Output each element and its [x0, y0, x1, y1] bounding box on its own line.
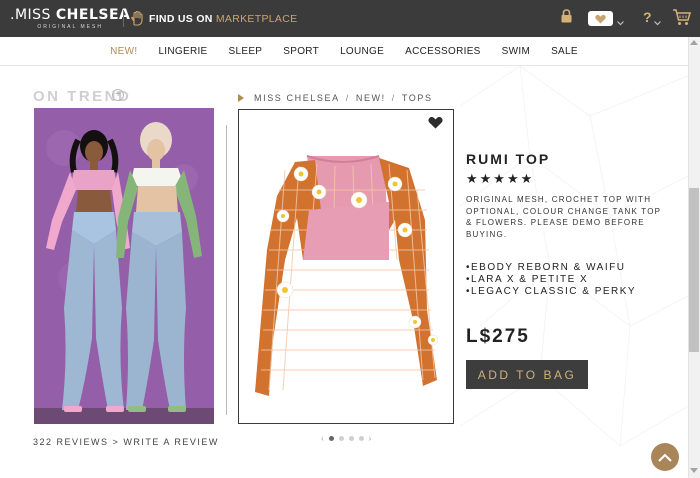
reviews-row: 322 REVIEWS > WRITE A REVIEW	[33, 437, 219, 447]
scroll-up-arrow-icon[interactable]	[690, 40, 698, 45]
reviews-separator: >	[112, 437, 120, 447]
reviews-count-link[interactable]: 322 REVIEWS	[33, 437, 109, 447]
product-image[interactable]	[238, 109, 454, 424]
carousel-dot-1[interactable]	[328, 436, 334, 441]
shopping-cart-icon[interactable]	[672, 7, 692, 32]
add-to-bag-button[interactable]: ADD TO BAG	[466, 360, 588, 389]
breadcrumb-separator: /	[391, 93, 396, 103]
scroll-down-arrow-icon[interactable]	[690, 468, 698, 473]
chevron-up-icon	[658, 453, 672, 462]
header-divider	[123, 10, 124, 27]
nav-item-sale[interactable]: SALE	[551, 46, 578, 57]
brand-logo[interactable]: .MISS CHELSEA ORIGINAL MESH	[10, 7, 130, 30]
on-trend-image[interactable]	[34, 108, 214, 424]
nav-item-accessories[interactable]: ACCESSORIES	[405, 46, 481, 57]
favorite-heart-icon[interactable]	[428, 116, 443, 134]
help-chevron-down-icon[interactable]	[654, 13, 661, 31]
main-nav: NEW! LINGERIE SLEEP SPORT LOUNGE ACCESSO…	[0, 37, 688, 65]
breadcrumb-arrow-icon	[238, 94, 244, 102]
compatible-body-item: •LEGACY CLASSIC & PERKY	[466, 286, 637, 297]
nav-item-lounge[interactable]: LOUNGE	[340, 46, 384, 57]
brand-logo-light: .MISS	[10, 7, 56, 23]
breadcrumb-item-tops[interactable]: TOPS	[402, 93, 433, 103]
compatible-body-item: •EBODY REBORN & WAIFU	[466, 262, 626, 273]
scrollbar-thumb[interactable]	[689, 188, 699, 352]
top-bar: .MISS CHELSEA ORIGINAL MESH FIND US ON M…	[0, 0, 700, 37]
nav-item-sport[interactable]: SPORT	[283, 46, 319, 57]
breadcrumb-item-new[interactable]: NEW!	[356, 93, 386, 103]
product-title: RUMI TOP	[466, 151, 551, 167]
image-carousel-nav: ‹ ›	[321, 434, 371, 443]
breadcrumb-separator: /	[345, 93, 350, 103]
chevron-down-icon[interactable]	[617, 13, 624, 31]
nav-item-new[interactable]: NEW!	[110, 46, 137, 57]
brand-logo-bold: CHELSEA	[55, 7, 131, 23]
brand-tagline: ORIGINAL MESH	[37, 24, 103, 30]
back-to-top-button[interactable]	[651, 443, 679, 471]
nav-item-sleep[interactable]: SLEEP	[229, 46, 263, 57]
carousel-prev-button[interactable]: ‹	[321, 434, 324, 443]
compatible-bodies-list: •EBODY REBORN & WAIFU •LARA X & PETITE X…	[466, 262, 636, 298]
find-us-label: FIND US ON	[149, 12, 216, 25]
find-us-marketplace-link[interactable]: FIND US ON MARKETPLACE	[131, 11, 297, 26]
column-divider	[226, 125, 227, 415]
brand-logo-text: .MISS CHELSEA	[10, 7, 130, 23]
carousel-next-button[interactable]: ›	[369, 434, 372, 443]
marketplace-label: MARKETPLACE	[215, 12, 298, 25]
breadcrumb: MISS CHELSEA / NEW! / TOPS	[238, 93, 433, 103]
breadcrumb-item-miss-chelsea[interactable]: MISS CHELSEA	[254, 93, 340, 103]
carousel-dot-2[interactable]	[338, 436, 344, 441]
star-rating: ★★★★★	[466, 171, 535, 186]
hand-icon	[131, 11, 144, 26]
help-icon[interactable]: ?	[643, 9, 652, 25]
lock-icon[interactable]	[561, 9, 572, 28]
wishlist-heart-icon[interactable]	[588, 11, 613, 26]
find-us-text: FIND US ON MARKETPLACE	[149, 13, 297, 25]
carousel-dot-4[interactable]	[358, 436, 364, 441]
nav-item-lingerie[interactable]: LINGERIE	[158, 46, 207, 57]
nav-item-swim[interactable]: SWIM	[502, 46, 530, 57]
write-review-link[interactable]: WRITE A REVIEW	[123, 437, 219, 447]
product-price: L$275	[466, 326, 530, 347]
plus-icon[interactable]: +	[112, 89, 124, 101]
compatible-body-item: •LARA X & PETITE X	[466, 274, 589, 285]
carousel-dot-3[interactable]	[348, 436, 354, 441]
product-description: ORIGINAL MESH, CROCHET TOP WITH OPTIONAL…	[466, 195, 662, 239]
